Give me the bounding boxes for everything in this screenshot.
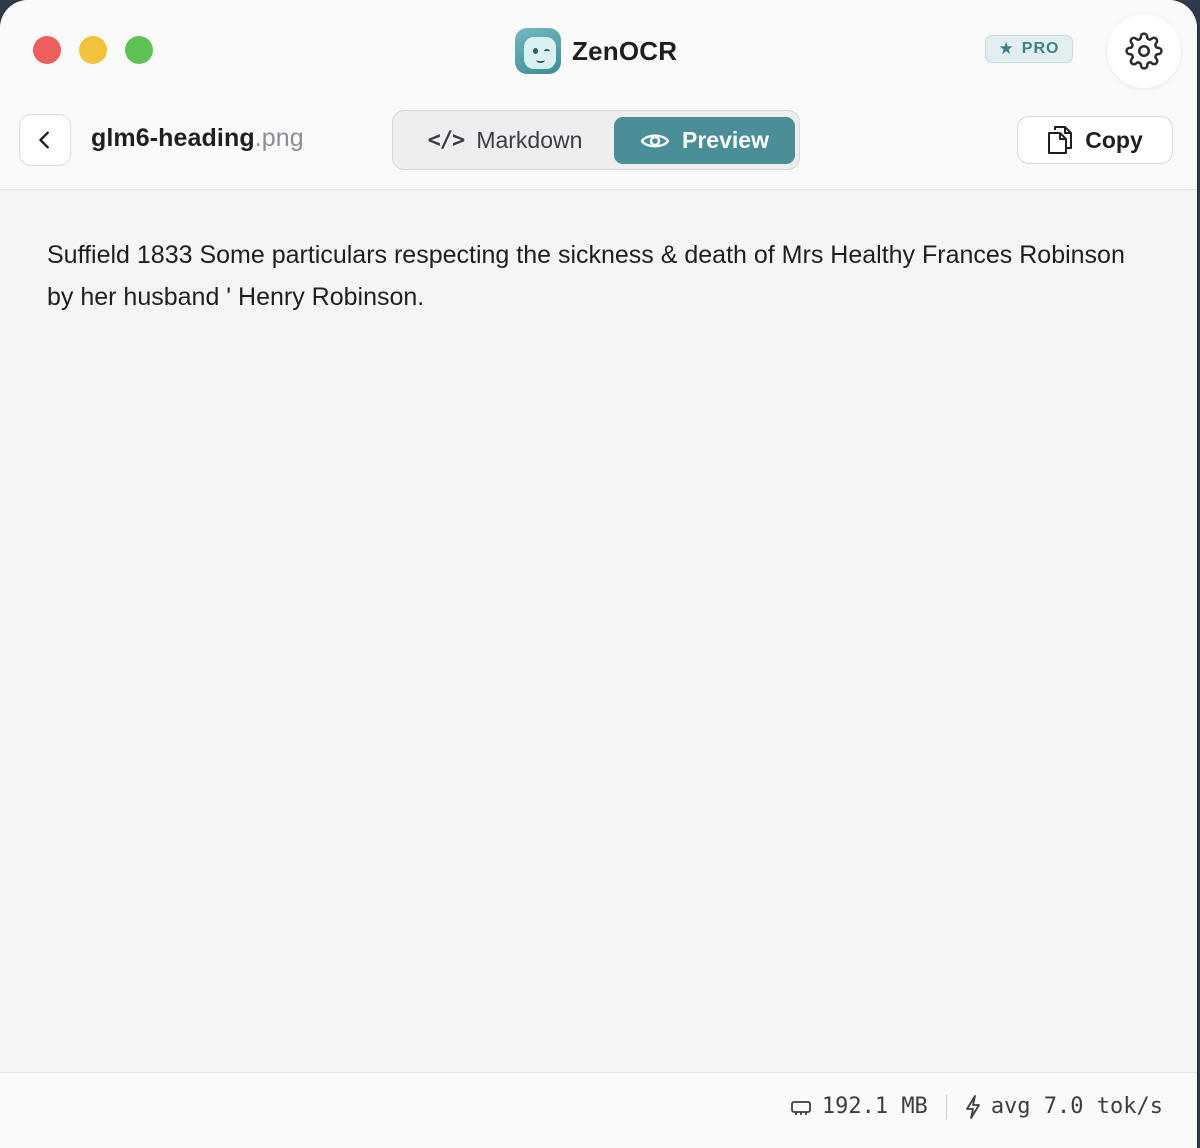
copy-label: Copy — [1085, 126, 1143, 153]
file-name: glm6-heading.png — [91, 124, 304, 153]
app-logo-icon — [515, 28, 561, 74]
status-group: 192.1 MB avg 7.0 tok/s — [790, 1094, 1163, 1119]
title-bar: ZenOCR ★ PRO — [0, 0, 1197, 100]
status-bar: 192.1 MB avg 7.0 tok/s — [0, 1072, 1197, 1148]
file-name-extension: .png — [254, 124, 304, 152]
app-brand: ZenOCR — [515, 28, 677, 74]
copy-button[interactable]: Copy — [1017, 116, 1173, 164]
pro-label: PRO — [1021, 40, 1060, 57]
gear-icon — [1125, 32, 1163, 70]
app-window: ZenOCR ★ PRO glm6-heading.png </> Markdo… — [0, 0, 1197, 1148]
window-minimize-button[interactable] — [79, 36, 107, 64]
star-icon: ★ — [998, 39, 1015, 58]
tab-markdown[interactable]: </> Markdown — [405, 117, 605, 164]
memory-usage: 192.1 MB — [821, 1094, 928, 1119]
copy-icon — [1048, 126, 1073, 154]
eye-icon — [640, 134, 670, 147]
code-icon: </> — [427, 128, 466, 153]
file-name-base: glm6-heading — [91, 124, 255, 152]
tab-preview[interactable]: Preview — [614, 117, 795, 164]
window-zoom-button[interactable] — [125, 36, 153, 64]
back-button[interactable] — [19, 114, 71, 166]
preview-text: Suffield 1833 Some particulars respectin… — [47, 241, 1125, 311]
window-close-button[interactable] — [33, 36, 61, 64]
preview-pane[interactable]: Suffield 1833 Some particulars respectin… — [0, 190, 1197, 1072]
pro-badge[interactable]: ★ PRO — [985, 35, 1073, 63]
generation-speed: avg 7.0 tok/s — [990, 1094, 1163, 1119]
chevron-left-icon — [39, 131, 49, 149]
view-mode-switch: </> Markdown Preview — [392, 110, 800, 170]
memory-chip-icon — [790, 1100, 811, 1115]
tab-markdown-label: Markdown — [476, 127, 583, 153]
status-divider — [945, 1094, 947, 1119]
tab-preview-label: Preview — [682, 127, 769, 153]
lightning-icon — [965, 1094, 980, 1119]
toolbar: glm6-heading.png </> Markdown Preview Co… — [0, 100, 1197, 190]
app-title: ZenOCR — [572, 35, 678, 66]
settings-button[interactable] — [1107, 14, 1181, 88]
